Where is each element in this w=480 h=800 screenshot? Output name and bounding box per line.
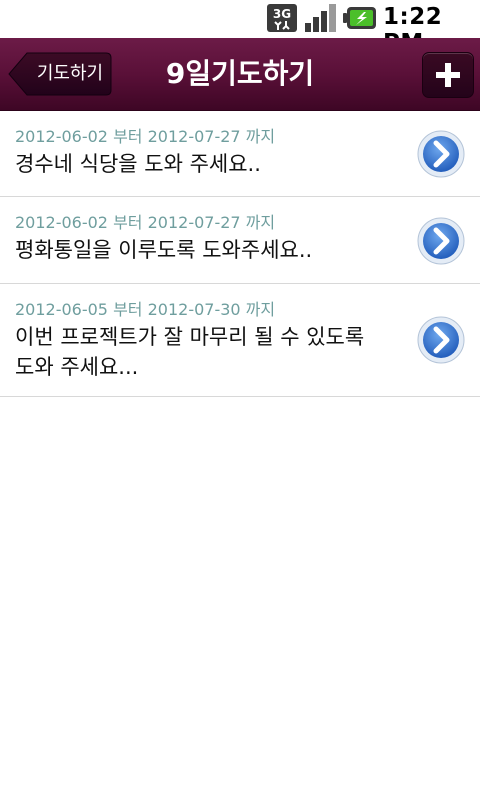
title-bar: 기도하기 9일기도하기 bbox=[0, 38, 480, 111]
svg-text:3G: 3G bbox=[273, 7, 291, 21]
page-title: 9일기도하기 bbox=[165, 57, 315, 90]
list-item[interactable]: 2012-06-05 부터 2012-07-30 까지 이번 프로젝트가 잘 마… bbox=[0, 284, 480, 397]
chevron-right-icon[interactable] bbox=[416, 216, 466, 266]
prayer-list: 2012-06-02 부터 2012-07-27 까지 경수네 식당을 도와 주… bbox=[0, 111, 480, 397]
back-button-label: 기도하기 bbox=[36, 63, 104, 84]
plus-icon-vertical bbox=[445, 63, 451, 87]
chevron-right-icon[interactable] bbox=[416, 129, 466, 179]
prayer-text: 경수네 식당을 도와 주세요.. bbox=[15, 152, 261, 176]
prayer-date-range: 2012-06-02 부터 2012-07-27 까지 bbox=[15, 127, 276, 146]
prayer-text: 이번 프로젝트가 잘 마무리 될 수 있도록 도와 주세요... bbox=[15, 325, 365, 379]
3g-network-icon: 3G bbox=[267, 4, 297, 32]
add-button[interactable] bbox=[422, 52, 474, 98]
prayer-text: 평화통일을 이루도록 도와주세요.. bbox=[15, 238, 313, 262]
signal-strength-icon bbox=[305, 4, 336, 32]
prayer-date-range: 2012-06-05 부터 2012-07-30 까지 bbox=[15, 300, 276, 319]
list-item[interactable]: 2012-06-02 부터 2012-07-27 까지 평화통일을 이루도록 도… bbox=[0, 197, 480, 284]
battery-charging-icon bbox=[343, 7, 376, 29]
back-button[interactable]: 기도하기 bbox=[8, 52, 112, 96]
prayer-date-range: 2012-06-02 부터 2012-07-27 까지 bbox=[15, 213, 276, 232]
status-bar: 3G 1:22 PM bbox=[0, 0, 480, 56]
chevron-right-icon[interactable] bbox=[416, 315, 466, 365]
list-item[interactable]: 2012-06-02 부터 2012-07-27 까지 경수네 식당을 도와 주… bbox=[0, 111, 480, 197]
